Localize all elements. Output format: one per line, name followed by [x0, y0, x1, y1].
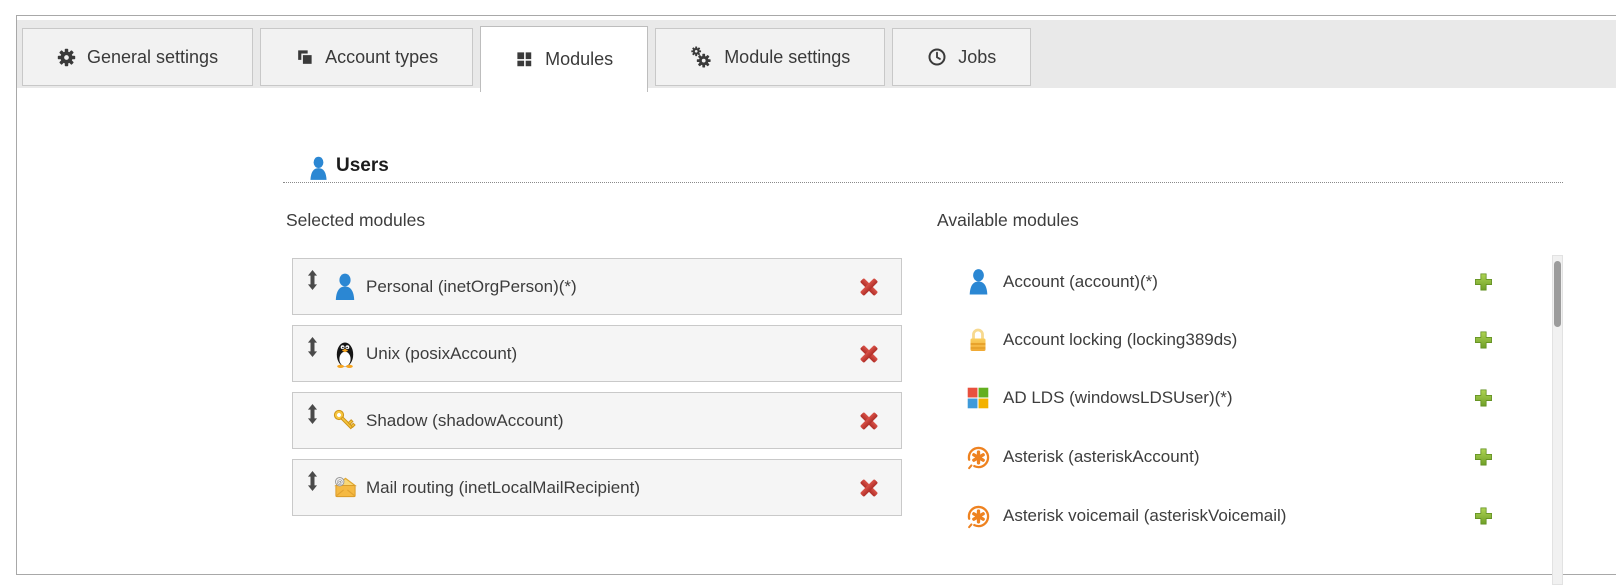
add-module-button[interactable]: [1474, 448, 1493, 467]
tab-jobs[interactable]: Jobs: [892, 28, 1031, 86]
asterisk-icon: [963, 428, 993, 486]
tab-module-settings[interactable]: Module settings: [655, 28, 885, 86]
module-label: Unix (posixAccount): [366, 344, 517, 364]
selected-module-row[interactable]: Unix (posixAccount): [292, 325, 902, 382]
scrollbar-track[interactable]: [1552, 255, 1563, 585]
tab-label: General settings: [87, 47, 218, 68]
modules-grid-icon: [515, 50, 534, 69]
module-label: Asterisk voicemail (asteriskVoicemail): [1003, 506, 1286, 526]
user-icon: [329, 259, 361, 314]
available-modules-heading: Available modules: [937, 210, 1079, 231]
module-label: Account locking (locking389ds): [1003, 330, 1237, 350]
add-module-button[interactable]: [1474, 389, 1493, 408]
scrollbar-thumb[interactable]: [1554, 261, 1561, 327]
settings-panel: General settings Account types Modules M…: [16, 15, 1616, 575]
remove-module-button[interactable]: [858, 410, 880, 432]
available-module-row: Asterisk (asteriskAccount): [930, 428, 1540, 486]
padlock-icon: [963, 311, 993, 369]
available-module-row: AD LDS (windowsLDSUser)(*): [930, 369, 1540, 427]
drag-handle-icon[interactable]: [306, 337, 319, 357]
tab-general-settings[interactable]: General settings: [22, 28, 253, 86]
selected-module-row[interactable]: Shadow (shadowAccount): [292, 392, 902, 449]
available-module-row: Asterisk voicemail (asteriskVoicemail): [930, 487, 1540, 545]
section-title: Users: [336, 155, 389, 177]
tab-label: Jobs: [958, 47, 996, 68]
available-module-row: Account (account)(*): [930, 253, 1540, 311]
user-icon: [963, 253, 993, 311]
drag-handle-icon[interactable]: [306, 404, 319, 424]
module-label: Mail routing (inetLocalMailRecipient): [366, 478, 640, 498]
tab-label: Modules: [545, 49, 613, 70]
remove-module-button[interactable]: [858, 343, 880, 365]
add-module-button[interactable]: [1474, 331, 1493, 350]
penguin-icon: [329, 326, 361, 381]
tab-bar: General settings Account types Modules M…: [17, 20, 1616, 88]
module-label: Account (account)(*): [1003, 272, 1158, 292]
module-label: Personal (inetOrgPerson)(*): [366, 277, 577, 297]
module-label: Shadow (shadowAccount): [366, 411, 564, 431]
clock-icon: [927, 47, 947, 67]
available-module-row: Account locking (locking389ds): [930, 311, 1540, 369]
windows-icon: [963, 369, 993, 427]
remove-module-button[interactable]: [858, 276, 880, 298]
users-section-header: Users: [283, 152, 1563, 183]
tab-label: Module settings: [724, 47, 850, 68]
double-gear-icon: [690, 46, 713, 69]
tab-account-types[interactable]: Account types: [260, 28, 473, 86]
module-label: Asterisk (asteriskAccount): [1003, 447, 1200, 467]
tab-modules[interactable]: Modules: [480, 26, 648, 92]
drag-handle-icon[interactable]: [306, 270, 319, 290]
user-icon: [308, 156, 329, 181]
key-icon: [329, 393, 361, 448]
asterisk-icon: [963, 487, 993, 545]
selected-modules-heading: Selected modules: [286, 210, 425, 231]
gear-icon: [57, 48, 76, 67]
remove-module-button[interactable]: [858, 477, 880, 499]
mail-icon: [329, 460, 361, 515]
module-label: AD LDS (windowsLDSUser)(*): [1003, 388, 1233, 408]
account-types-icon: [295, 48, 314, 67]
add-module-button[interactable]: [1474, 507, 1493, 526]
tab-label: Account types: [325, 47, 438, 68]
selected-module-row[interactable]: Mail routing (inetLocalMailRecipient): [292, 459, 902, 516]
drag-handle-icon[interactable]: [306, 471, 319, 491]
add-module-button[interactable]: [1474, 273, 1493, 292]
selected-module-row[interactable]: Personal (inetOrgPerson)(*): [292, 258, 902, 315]
